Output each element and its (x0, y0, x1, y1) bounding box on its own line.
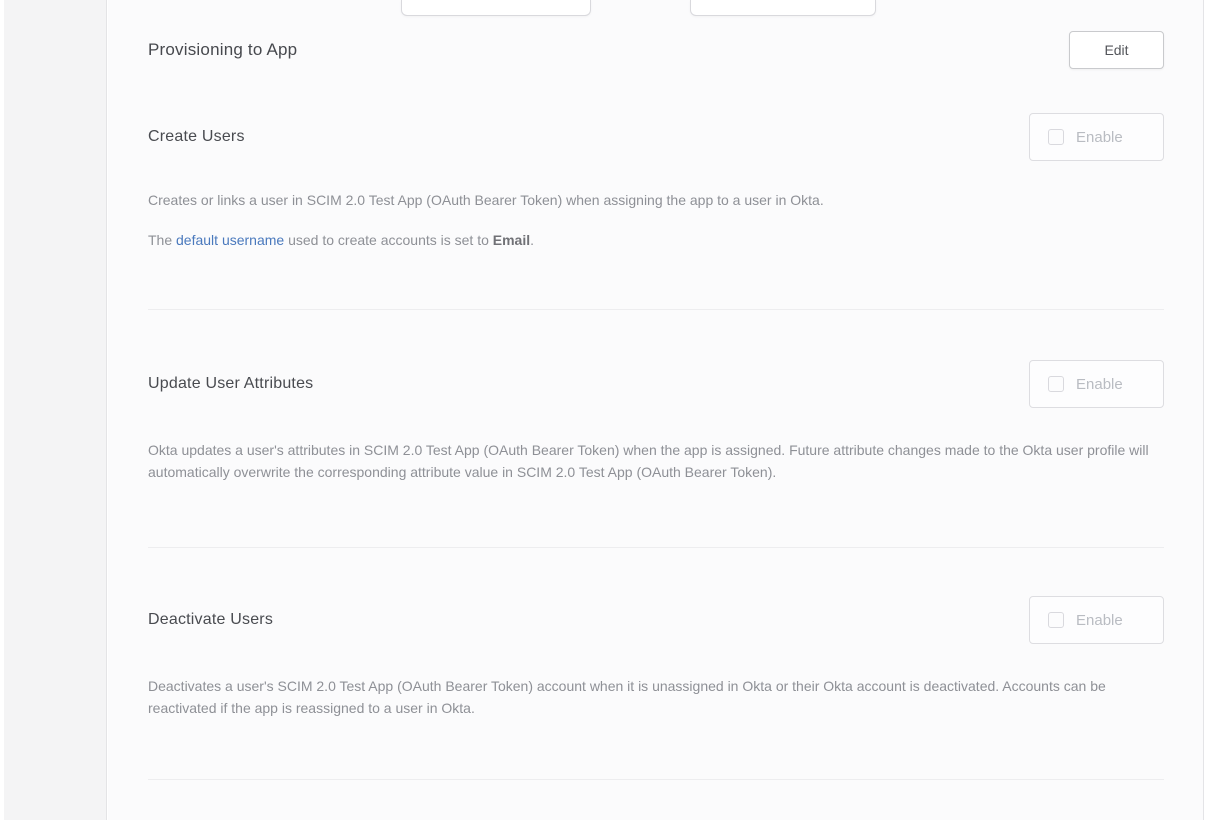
page-title: Provisioning to App (148, 40, 297, 60)
enable-checkbox-deactivate-users[interactable] (1048, 612, 1064, 628)
left-sidebar (4, 0, 107, 820)
section-divider (148, 547, 1164, 548)
section-title-update-user-attributes: Update User Attributes (148, 375, 313, 393)
note-middle: used to create accounts is set to (284, 232, 493, 248)
enable-label: Enable (1076, 129, 1123, 146)
enable-checkbox-create-users[interactable] (1048, 129, 1064, 145)
enable-label: Enable (1076, 612, 1123, 629)
edit-button[interactable]: Edit (1069, 31, 1164, 69)
update-user-attributes-description: Okta updates a user's attributes in SCIM… (148, 439, 1164, 483)
note-emphasis: Email (493, 232, 530, 248)
enable-toggle-create-users[interactable]: Enable (1029, 113, 1164, 161)
section-update-user-attributes: Update User Attributes Enable (148, 360, 1164, 408)
note-suffix: . (530, 232, 534, 248)
enable-toggle-update-user-attributes[interactable]: Enable (1029, 360, 1164, 408)
truncated-field-left (401, 0, 591, 16)
provisioning-panel: Provisioning to App Edit Create Users En… (108, 0, 1204, 820)
enable-toggle-deactivate-users[interactable]: Enable (1029, 596, 1164, 644)
section-title-create-users: Create Users (148, 128, 245, 146)
default-username-note: The default username used to create acco… (148, 229, 1164, 251)
truncated-field-right (690, 0, 876, 16)
section-divider (148, 779, 1164, 780)
section-deactivate-users: Deactivate Users Enable (148, 596, 1164, 644)
deactivate-users-description: Deactivates a user's SCIM 2.0 Test App (… (148, 675, 1164, 719)
section-create-users: Create Users Enable (148, 113, 1164, 161)
note-prefix: The (148, 232, 176, 248)
section-divider (148, 309, 1164, 310)
section-title-deactivate-users: Deactivate Users (148, 611, 273, 629)
enable-label: Enable (1076, 376, 1123, 393)
default-username-link[interactable]: default username (176, 232, 284, 248)
create-users-description: Creates or links a user in SCIM 2.0 Test… (148, 189, 1164, 211)
enable-checkbox-update-user-attributes[interactable] (1048, 376, 1064, 392)
panel-header: Provisioning to App Edit (148, 30, 1164, 70)
